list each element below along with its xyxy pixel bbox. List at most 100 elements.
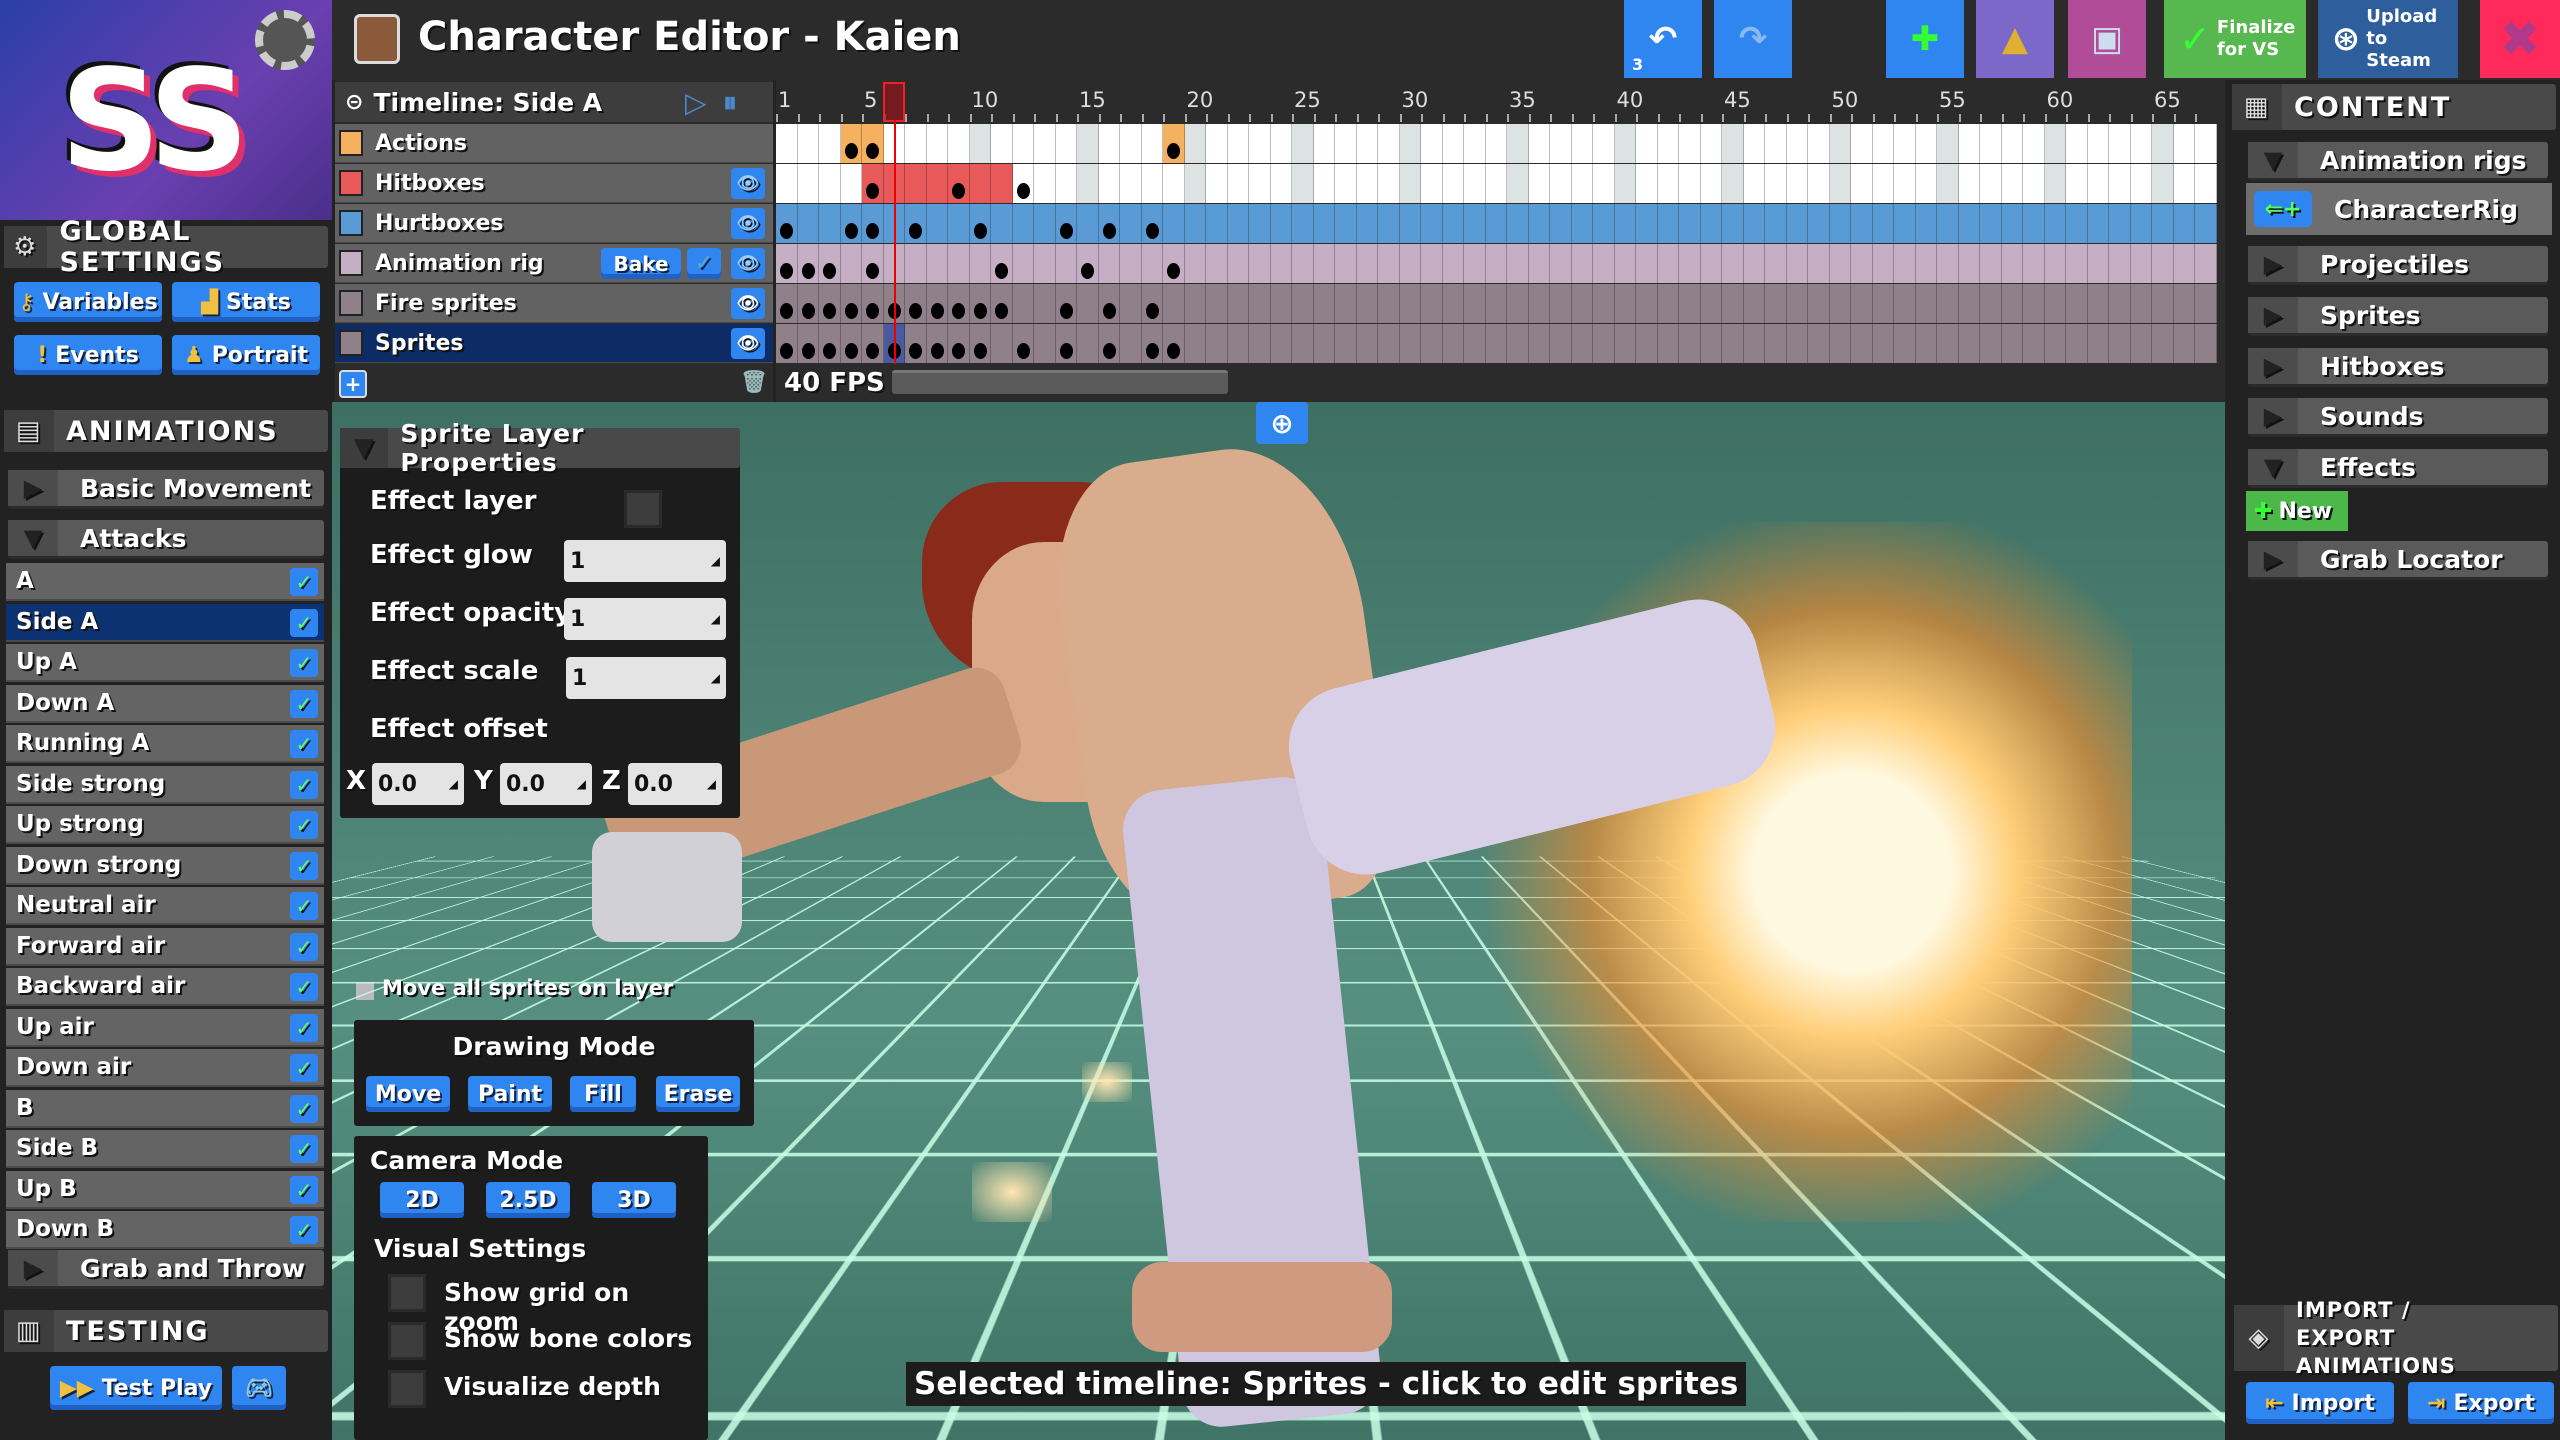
content-projectiles[interactable]: ▶ Projectiles [2248,246,2548,282]
timeline-frame-cell[interactable] [1227,244,1249,283]
timeline-frame-cell[interactable] [991,124,1013,163]
animation-item[interactable]: Backward air ✓ [6,968,324,1006]
timeline-frame-cell[interactable] [2130,204,2152,243]
timeline-frame-cell[interactable] [1700,124,1722,163]
new-effect-button[interactable]: ✚ New [2246,491,2348,531]
timeline-frame-cell[interactable] [2109,244,2131,283]
animation-item[interactable]: Down B ✓ [6,1211,324,1249]
timeline-frame-cell[interactable] [840,164,862,203]
timeline-frame-cell[interactable] [991,164,1013,203]
timeline-frame-cell[interactable] [2001,124,2023,163]
timeline-frame-cell[interactable] [1378,284,1400,323]
timeline-frame-cell[interactable] [1528,124,1550,163]
controller-button[interactable]: 🎮︎ [232,1366,286,1410]
timeline-frame-cell[interactable] [1657,124,1679,163]
timeline-frame-cell[interactable] [2066,284,2088,323]
play-icon[interactable]: ▷ [685,86,707,119]
timeline-frame-cell[interactable] [1270,244,1292,283]
offset-y-input[interactable]: 0.0 ◢ [500,763,592,805]
timeline-frame-cell[interactable] [1507,204,1529,243]
timeline-frame-cell[interactable] [1335,204,1357,243]
timeline-frame-cell[interactable] [1851,124,1873,163]
keyframe[interactable] [866,143,879,159]
keyframe[interactable] [1059,223,1073,239]
timeline-frame-cell[interactable] [1270,204,1292,243]
timeline-frame-cell[interactable] [1614,284,1636,323]
timeline-frame-cell[interactable] [776,124,798,163]
timeline-frame-cell[interactable] [1657,324,1679,363]
show-grid-checkbox[interactable] [388,1274,426,1312]
timeline-frame-cell[interactable] [1163,204,1185,243]
keyframe[interactable] [995,263,1008,279]
visibility-toggle[interactable]: 👁︎ [731,288,765,319]
timeline-frame-cell[interactable] [1141,164,1163,203]
animation-item[interactable]: Up A ✓ [6,644,324,682]
timeline-frame-cell[interactable] [1012,204,1034,243]
timeline-frame-cell[interactable] [1034,124,1056,163]
timeline-frame-cell[interactable] [926,284,948,323]
timeline-frame-cell[interactable] [926,124,948,163]
content-effects[interactable]: ▼ Effects [2248,449,2548,485]
timeline-frame-cell[interactable] [1313,204,1335,243]
timeline-frame-cell[interactable] [1206,284,1228,323]
timeline-frame-cell[interactable] [1808,164,1830,203]
timeline-frame-cell[interactable] [2195,124,2217,163]
keyframe[interactable] [780,303,793,319]
check-icon[interactable]: ✓ [290,608,318,637]
keyframe[interactable] [1167,143,1180,159]
timeline-frame-cell[interactable] [1184,204,1206,243]
timeline-frame-cell[interactable] [1335,124,1357,163]
timeline-frame-cell[interactable] [2130,244,2152,283]
timeline-frame-cell[interactable] [1765,204,1787,243]
timeline-scrollbar[interactable] [892,370,1228,394]
undo-button[interactable]: ↶ 3 [1624,0,1702,78]
timeline-frame-cell[interactable] [926,244,948,283]
timeline-frame-cell[interactable] [991,284,1013,323]
keyframe[interactable] [780,223,793,239]
check-icon[interactable]: ✓ [290,730,318,758]
keyframe[interactable] [1102,223,1116,239]
timeline-frame-cell[interactable] [2066,164,2088,203]
timeline-frame-cell[interactable] [969,284,991,323]
events-button[interactable]: ! Events [14,335,162,375]
timeline-frame-cell[interactable] [1851,244,1873,283]
visibility-toggle[interactable]: 👁︎ [731,248,765,279]
timeline-frame-cell[interactable] [1270,284,1292,323]
check-icon[interactable]: ✓ [290,973,318,1001]
timeline-frame-cell[interactable] [2023,124,2045,163]
timeline-frame-cell[interactable] [1077,244,1099,283]
timeline-frame-cell[interactable] [948,244,970,283]
keyframe[interactable] [1016,183,1030,199]
timeline-frame-cell[interactable] [2023,284,2045,323]
timeline-frame-cell[interactable] [1055,284,1077,323]
keyframe[interactable] [866,343,879,359]
timeline-frame-cell[interactable] [1743,204,1765,243]
timeline-frame-cell[interactable] [1657,164,1679,203]
timeline-frame-cell[interactable] [1421,124,1443,163]
check-icon[interactable]: ✓ [290,770,318,799]
timeline-frame-cell[interactable] [2001,204,2023,243]
keyframe[interactable] [866,263,879,279]
timeline-frame-cell[interactable] [1958,204,1980,243]
timeline-frame-cell[interactable] [1700,284,1722,323]
finalize-button[interactable]: ✓ Finalize for VS [2164,0,2306,78]
timeline-frame-cell[interactable] [2001,164,2023,203]
keyframe[interactable] [823,263,836,279]
timeline-frame-cell[interactable] [2044,164,2066,203]
timeline-frame-cell[interactable] [1442,244,1464,283]
timeline-frame-cell[interactable] [1141,244,1163,283]
timeline-frame-cell[interactable] [1872,124,1894,163]
timeline-frame-cell[interactable] [776,324,798,363]
keyframe[interactable] [866,183,879,199]
timeline-layer-hitboxes[interactable]: Hitboxes 👁︎ [335,164,773,203]
animation-item[interactable]: Up strong ✓ [6,806,324,844]
check-icon[interactable]: ✓ [290,1135,318,1163]
timeline-layer-sprites[interactable]: Sprites 👁︎ [335,324,773,363]
timeline-frame-cell[interactable] [991,204,1013,243]
timeline-frame-cell[interactable] [1915,324,1937,363]
timeline-frame-cell[interactable] [1657,244,1679,283]
timeline-frame-cell[interactable] [1743,244,1765,283]
timeline-frame-cell[interactable] [862,204,884,243]
timeline-frame-cell[interactable] [2173,244,2195,283]
timeline-frame-cell[interactable] [2130,164,2152,203]
